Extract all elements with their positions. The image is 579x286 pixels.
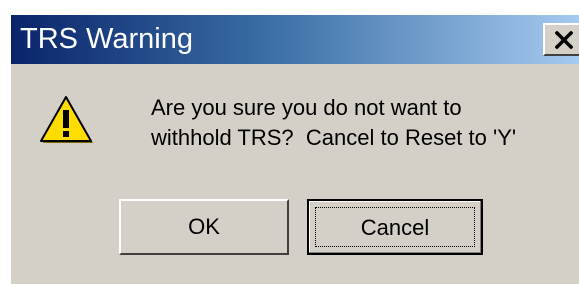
close-button[interactable] <box>543 23 579 56</box>
message-line-2: withhold TRS? Cancel to Reset to 'Y' <box>151 125 517 150</box>
warning-dialog: TRS Warning Are you sure you do not want… <box>10 14 579 284</box>
warning-icon <box>39 94 93 144</box>
window-title: TRS Warning <box>20 23 193 55</box>
title-bar[interactable]: TRS Warning <box>11 15 579 64</box>
ok-button[interactable]: OK <box>119 199 289 255</box>
cancel-button-label: Cancel <box>315 207 475 247</box>
message-text: Are you sure you do not want to withhold… <box>151 93 516 153</box>
cancel-button[interactable]: Cancel <box>307 199 483 255</box>
close-icon <box>555 31 573 49</box>
message-line-1: Are you sure you do not want to <box>151 95 462 120</box>
